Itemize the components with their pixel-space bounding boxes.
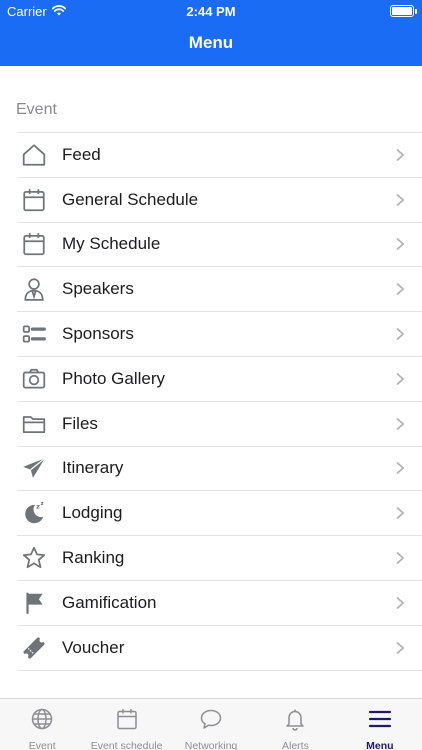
chevron-right-icon (396, 462, 405, 475)
chevron-right-icon (396, 641, 405, 654)
calendar-icon (115, 707, 139, 736)
chevron-right-icon (396, 417, 405, 430)
tab-event-schedule[interactable]: Event schedule (84, 699, 168, 750)
menu-item-voucher[interactable]: Voucher (17, 626, 422, 671)
menu-item-label: Sponsors (62, 324, 134, 344)
menu-item-label: Speakers (62, 279, 134, 299)
tab-label: Menu (366, 740, 394, 750)
battery-icon (390, 5, 417, 17)
chat-bubble-icon (199, 707, 223, 736)
tab-alerts[interactable]: Alerts (253, 699, 337, 750)
menu-item-speakers[interactable]: Speakers (17, 267, 422, 313)
menu-item-label: Lodging (62, 503, 123, 523)
svg-text:z: z (41, 501, 44, 507)
menu-item-label: Feed (62, 144, 101, 164)
menu-item-label: Files (62, 413, 98, 433)
tab-menu[interactable]: Menu (338, 699, 422, 750)
menu-item-general-schedule[interactable]: General Schedule (17, 178, 422, 223)
section-title: Event (16, 101, 57, 118)
star-icon (18, 542, 50, 574)
menu-item-lodging[interactable]: zz Lodging (17, 491, 422, 537)
calendar-icon (18, 228, 50, 260)
hamburger-menu-icon (368, 707, 392, 736)
menu-item-gamification[interactable]: Gamification (17, 581, 422, 626)
menu-item-label: General Schedule (62, 189, 199, 209)
chevron-right-icon (396, 507, 405, 520)
ticket-icon (18, 632, 50, 664)
globe-icon (30, 707, 54, 736)
tab-label: Networking (184, 740, 238, 750)
header-bar: Carrier 2:44 PM Menu (0, 0, 422, 66)
tab-label: Event schedule (90, 740, 163, 750)
chevron-right-icon (396, 148, 405, 162)
menu-item-label: My Schedule (62, 234, 161, 254)
chevron-right-icon (396, 193, 405, 206)
home-icon (18, 139, 50, 171)
menu-item-ranking[interactable]: Ranking (17, 536, 422, 581)
tab-networking[interactable]: Networking (169, 699, 253, 750)
tab-label: Event (28, 740, 56, 750)
chevron-right-icon (396, 551, 405, 565)
chevron-right-icon (396, 372, 405, 386)
moon-sleep-icon: zz (18, 497, 50, 529)
chevron-right-icon (396, 283, 405, 296)
chevron-right-icon (396, 596, 405, 610)
chevron-right-icon (396, 238, 405, 251)
menu-item-label: Itinerary (62, 458, 124, 478)
folder-icon (18, 408, 50, 440)
calendar-icon (18, 184, 50, 216)
tab-label: Alerts (282, 740, 309, 750)
speaker-person-icon (18, 273, 50, 305)
menu-item-label: Gamification (62, 592, 157, 612)
menu-item-my-schedule[interactable]: My Schedule (17, 223, 422, 268)
page-title: Menu (188, 33, 234, 52)
status-bar: Carrier 2:44 PM (0, 0, 422, 24)
menu-item-label: Voucher (62, 637, 125, 657)
sponsors-list-icon (18, 318, 50, 350)
tab-event[interactable]: Event (0, 699, 84, 750)
paper-plane-icon (18, 452, 50, 484)
flag-icon (18, 587, 50, 619)
menu-item-label: Ranking (62, 548, 125, 568)
status-time: 2:44 PM (186, 4, 236, 19)
bell-icon (283, 707, 307, 736)
tab-bar: Event Event schedule Networking Alerts M… (0, 698, 422, 750)
menu-item-files[interactable]: Files (17, 402, 422, 447)
chevron-right-icon (396, 327, 405, 341)
menu-item-photo-gallery[interactable]: Photo Gallery (17, 357, 422, 402)
menu-item-sponsors[interactable]: Sponsors (17, 312, 422, 357)
menu-item-itinerary[interactable]: Itinerary (17, 447, 422, 492)
menu-item-label: Photo Gallery (62, 368, 165, 388)
menu-item-feed[interactable]: Feed (17, 133, 422, 178)
camera-icon (18, 363, 50, 395)
menu-list: Feed General Schedule My Schedule Speake… (17, 132, 422, 671)
